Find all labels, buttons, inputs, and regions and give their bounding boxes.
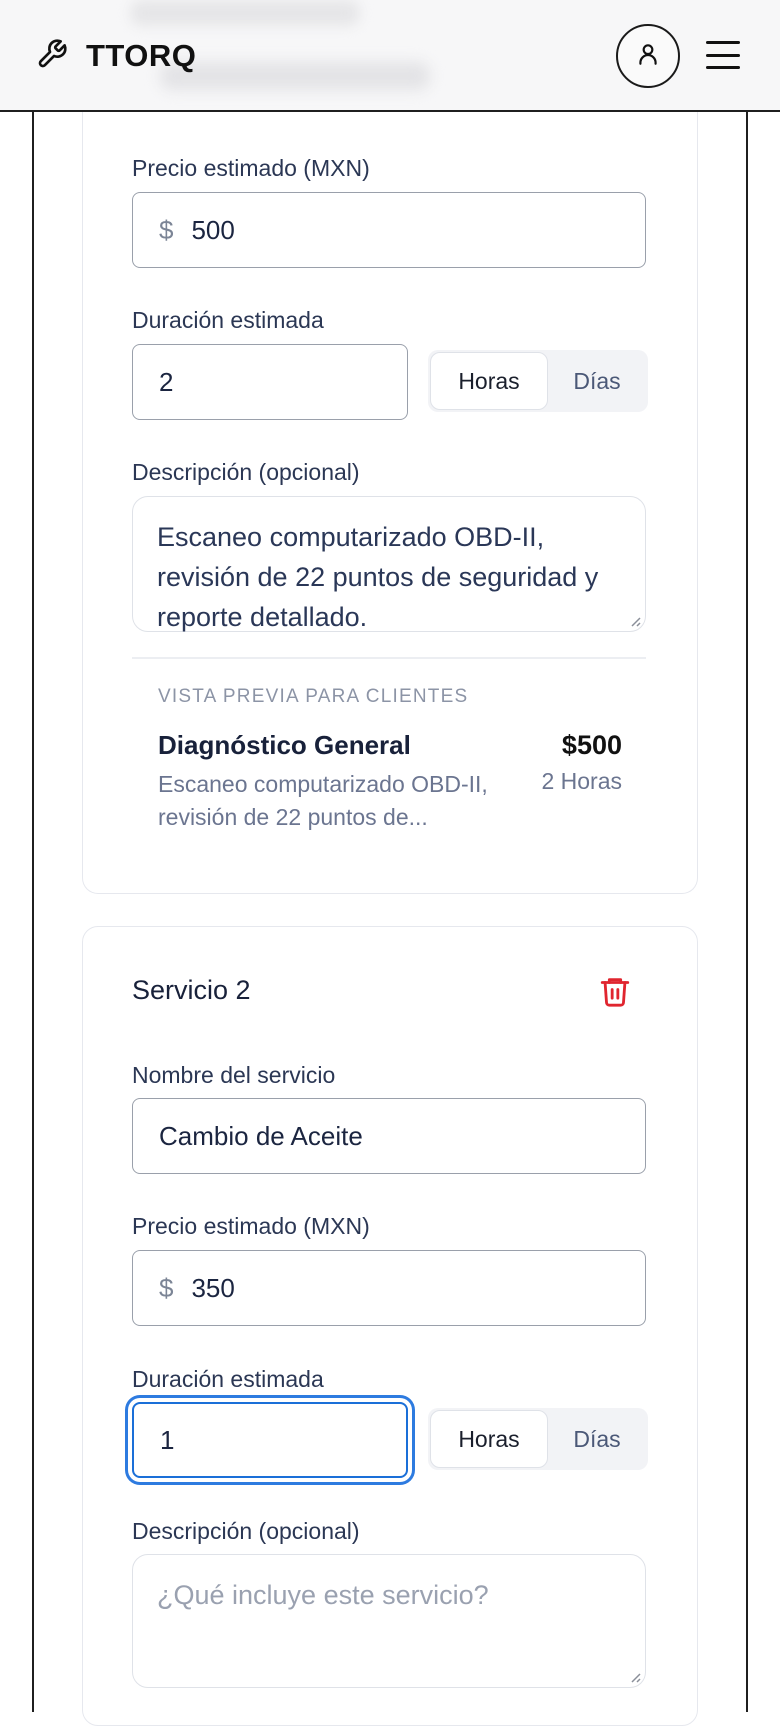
trash-icon	[600, 978, 630, 1007]
description-textarea-2[interactable]: ¿Qué incluye este servicio?	[132, 1554, 646, 1688]
name-input-2[interactable]: Cambio de Aceite	[132, 1098, 646, 1174]
duration-unit-toggle-2: Horas Días	[428, 1408, 648, 1470]
hamburger-icon-bar	[706, 41, 740, 44]
duration-value: 1	[160, 1424, 175, 1455]
delete-service-button[interactable]	[598, 974, 632, 1008]
duration-label-2: Duración estimada	[132, 1366, 324, 1392]
app-header: TTORQ	[0, 0, 780, 112]
unit-days-option[interactable]: Días	[548, 1410, 646, 1468]
description-value: Escaneo computarizado OBD-II, revisión d…	[157, 522, 599, 632]
currency-symbol: $	[159, 1272, 174, 1303]
preview-duration: 2 Horas	[541, 768, 622, 794]
price-input-1[interactable]: $ 500	[132, 192, 646, 268]
price-input-2[interactable]: $ 350	[132, 1250, 646, 1326]
resize-handle-icon[interactable]	[627, 613, 641, 627]
duration-input-1[interactable]: 2	[132, 344, 408, 420]
duration-input-2[interactable]: 1	[132, 1402, 408, 1478]
currency-symbol: $	[159, 214, 174, 245]
price-value: 500	[191, 214, 235, 245]
unit-days-option[interactable]: Días	[548, 352, 646, 410]
hamburger-icon-bar	[706, 66, 740, 69]
name-label-2: Nombre del servicio	[132, 1062, 336, 1088]
price-value: 350	[191, 1272, 235, 1303]
preview-heading: VISTA PREVIA PARA CLIENTES	[158, 686, 469, 707]
price-label-1: Precio estimado (MXN)	[132, 155, 370, 181]
description-placeholder: ¿Qué incluye este servicio?	[157, 1580, 489, 1610]
brand-name: TTORQ	[86, 38, 197, 73]
description-label-2: Descripción (opcional)	[132, 1518, 360, 1544]
blurred-background-shape	[160, 62, 430, 90]
wrench-icon	[36, 38, 68, 75]
duration-label-1: Duración estimada	[132, 307, 324, 333]
unit-hours-option[interactable]: Horas	[430, 352, 548, 410]
preview-description: Escaneo computarizado OBD-II, revisión d…	[158, 771, 488, 830]
duration-value: 2	[159, 366, 174, 397]
duration-unit-toggle-1: Horas Días	[428, 350, 648, 412]
unit-hours-option[interactable]: Horas	[430, 1410, 548, 1468]
divider	[132, 657, 646, 659]
preview-price: $500	[561, 730, 622, 760]
hamburger-icon-bar	[706, 53, 740, 57]
name-value: Cambio de Aceite	[159, 1120, 363, 1151]
preview-service-name: Diagnóstico General	[158, 730, 411, 760]
description-label-1: Descripción (opcional)	[132, 459, 360, 485]
price-label-2: Precio estimado (MXN)	[132, 1213, 370, 1239]
service-title: Servicio 2	[132, 975, 251, 1005]
blurred-background-shape	[130, 0, 360, 26]
user-icon	[635, 41, 661, 72]
hamburger-menu-button[interactable]	[706, 38, 740, 72]
brand[interactable]: TTORQ	[36, 36, 196, 76]
description-textarea-1[interactable]: Escaneo computarizado OBD-II, revisión d…	[132, 496, 646, 632]
account-button[interactable]	[616, 24, 680, 88]
resize-handle-icon[interactable]	[627, 1669, 641, 1683]
